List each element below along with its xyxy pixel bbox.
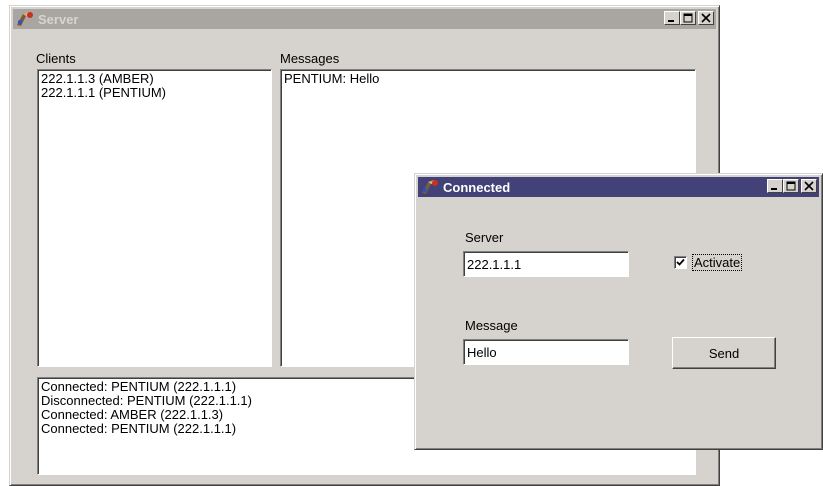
list-item[interactable]: 222.1.1.3 (AMBER)	[41, 72, 268, 86]
maximize-button[interactable]	[680, 11, 696, 25]
server-window-title: Server	[38, 11, 79, 27]
message-label: Message	[465, 318, 518, 333]
close-button[interactable]	[801, 179, 817, 193]
server-title-bar[interactable]: Server	[13, 9, 716, 29]
activate-label: Activate	[692, 254, 743, 271]
connected-window: Connected Server 222.1.1.1 Activate Mess…	[414, 173, 823, 450]
send-button[interactable]: Send	[672, 337, 776, 369]
activate-check-box[interactable]	[674, 256, 687, 269]
maximize-icon	[683, 13, 693, 23]
minimize-button[interactable]	[767, 179, 783, 193]
close-icon	[701, 13, 711, 23]
minimize-icon	[771, 188, 777, 190]
list-item[interactable]: 222.1.1.1 (PENTIUM)	[41, 86, 268, 100]
connected-title-bar[interactable]: Connected	[418, 177, 819, 197]
app-icon	[422, 180, 438, 194]
clients-list[interactable]: 222.1.1.3 (AMBER) 222.1.1.1 (PENTIUM)	[37, 69, 272, 367]
maximize-button[interactable]	[783, 179, 799, 193]
server-field[interactable]: 222.1.1.1	[463, 251, 629, 277]
maximize-icon	[786, 181, 796, 191]
close-icon	[804, 181, 814, 191]
minimize-icon	[668, 20, 674, 22]
checkmark-icon	[676, 258, 685, 266]
messages-label: Messages	[280, 51, 340, 66]
connected-window-title: Connected	[443, 179, 511, 195]
message-field[interactable]: Hello	[463, 339, 629, 365]
close-button[interactable]	[698, 11, 714, 25]
clients-label: Clients	[36, 51, 76, 66]
server-label: Server	[465, 230, 504, 245]
app-icon	[17, 12, 33, 26]
message-field-value: Hello	[467, 345, 497, 360]
list-item[interactable]: PENTIUM: Hello	[284, 72, 692, 86]
activate-checkbox[interactable]: Activate	[674, 254, 743, 271]
server-field-value: 222.1.1.1	[467, 257, 522, 272]
minimize-button[interactable]	[664, 11, 680, 25]
